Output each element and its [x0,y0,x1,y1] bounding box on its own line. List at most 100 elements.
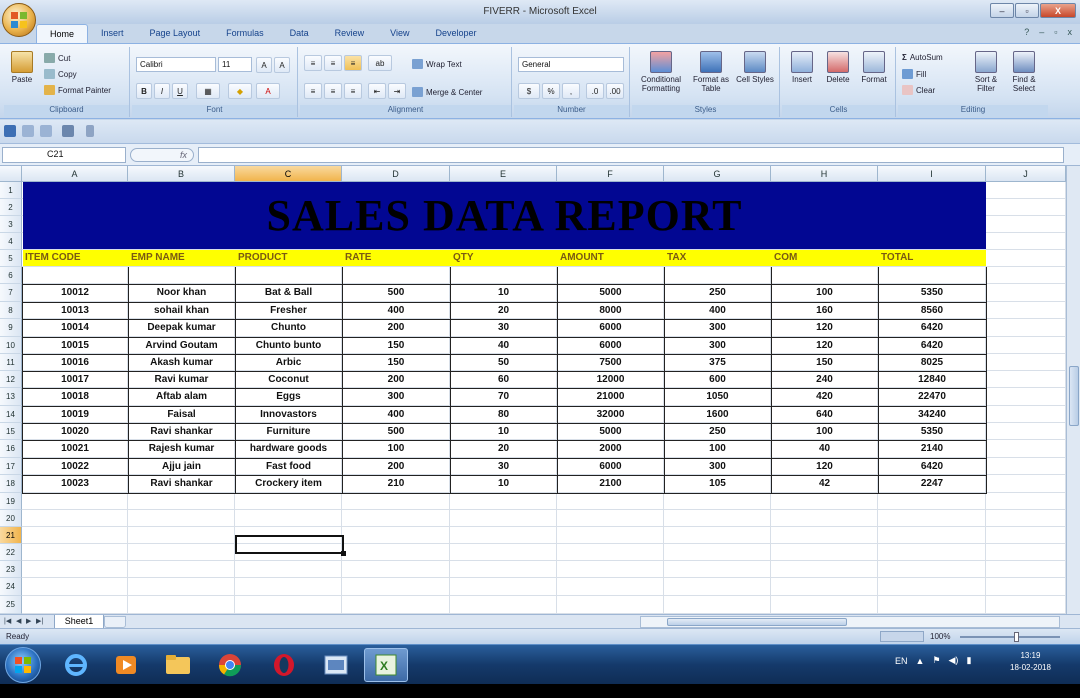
sort-filter-button[interactable]: Sort & Filter [968,51,1004,93]
insert-sheet-icon[interactable] [104,616,126,628]
tab-formulas[interactable]: Formulas [213,24,277,43]
table-cell[interactable]: 100 [342,440,450,458]
table-cell[interactable]: Deepak kumar [128,319,235,337]
row-header-7[interactable]: 7 [0,284,22,302]
row-header-19[interactable]: 19 [0,493,22,510]
row-header-3[interactable]: 3 [0,216,22,233]
internet-explorer-icon[interactable] [54,648,98,682]
file-explorer-icon[interactable] [156,648,200,682]
ribbon-close-icon[interactable]: x [1068,27,1073,37]
table-cell[interactable]: 6420 [878,458,986,475]
table-cell[interactable]: 400 [342,302,450,319]
table-cell[interactable]: 375 [664,354,771,371]
table-cell[interactable]: 60 [450,371,557,388]
wrap-text-button[interactable]: Wrap Text [412,59,462,69]
media-player-icon[interactable] [104,648,148,682]
autosum-button[interactable]: Σ AutoSum [902,53,943,62]
table-cell[interactable]: 150 [342,354,450,371]
tab-insert[interactable]: Insert [88,24,137,43]
column-header-j[interactable]: J [986,166,1066,182]
table-cell[interactable]: 10013 [22,302,128,319]
language-indicator[interactable]: EN [895,656,908,666]
table-cell[interactable]: 2000 [557,440,664,458]
help-icon[interactable]: ? [1024,27,1029,37]
borders-icon[interactable]: ▦ [196,83,220,99]
row-header-6[interactable]: 6 [0,267,22,284]
row-header-2[interactable]: 2 [0,199,22,216]
table-cell[interactable]: 120 [771,319,878,337]
network-flag-icon[interactable]: ⚑ [932,655,940,666]
start-button[interactable] [5,647,41,683]
font-size-select[interactable]: 11 [218,57,252,72]
tab-page-layout[interactable]: Page Layout [137,24,214,43]
table-cell[interactable]: 12840 [878,371,986,388]
next-sheet-icon[interactable]: ▶ [26,617,31,625]
table-cell[interactable]: 6000 [557,319,664,337]
table-cell[interactable]: 300 [664,319,771,337]
table-cell[interactable]: Faisal [128,406,235,423]
ribbon-minimize-icon[interactable]: – [1039,27,1044,37]
column-header-d[interactable]: D [342,166,450,182]
table-cell[interactable]: 10015 [22,337,128,354]
table-cell[interactable]: 10019 [22,406,128,423]
header-cell[interactable]: RATE [343,250,449,266]
format-as-table-button[interactable]: Format as Table [690,51,732,93]
cell-styles-button[interactable]: Cell Styles [734,51,776,84]
table-cell[interactable]: 200 [342,371,450,388]
tab-home[interactable]: Home [36,24,89,43]
table-cell[interactable]: 2247 [878,475,986,493]
table-cell[interactable]: 120 [771,458,878,475]
fill-button[interactable]: Fill [902,69,926,79]
row-header-11[interactable]: 11 [0,354,22,371]
table-cell[interactable]: 420 [771,388,878,406]
table-cell[interactable]: Akash kumar [128,354,235,371]
row-header-24[interactable]: 24 [0,578,22,596]
header-cell[interactable]: ITEM CODE [23,250,127,266]
table-cell[interactable]: 1050 [664,388,771,406]
align-bottom-icon[interactable]: ≡ [344,55,362,71]
row-header-18[interactable]: 18 [0,475,22,493]
format-painter-button[interactable]: Format Painter [44,85,111,95]
row-header-23[interactable]: 23 [0,561,22,578]
table-cell[interactable]: 10 [450,284,557,302]
table-cell[interactable]: 30 [450,458,557,475]
merge-center-button[interactable]: Merge & Center [412,87,482,97]
row-header-25[interactable]: 25 [0,596,22,614]
bold-button[interactable]: B [136,83,152,99]
row-header-10[interactable]: 10 [0,337,22,354]
table-cell[interactable]: 8560 [878,302,986,319]
horizontal-scroll-thumb[interactable] [667,618,847,626]
table-cell[interactable]: 12000 [557,371,664,388]
shrink-font-icon[interactable]: A [274,57,290,73]
table-cell[interactable]: 200 [342,319,450,337]
column-header-c[interactable]: C [235,166,342,182]
table-cell[interactable]: Innovastors [235,406,342,423]
increase-indent-icon[interactable]: ⇥ [388,83,406,99]
increase-decimal-icon[interactable]: .0 [586,83,604,99]
align-top-icon[interactable]: ≡ [304,55,322,71]
grow-font-icon[interactable]: A [256,57,272,73]
comma-icon[interactable]: , [562,83,580,99]
select-all-corner[interactable] [0,166,22,182]
table-cell[interactable]: 100 [771,423,878,440]
table-cell[interactable]: 10023 [22,475,128,493]
worksheet-grid[interactable]: A B C D E F G H I J 1 2 3 4 5 6 7 8 9 10 11 12 13 14 15 16 17 18 19 2… [0,166,1066,614]
table-cell[interactable]: 10017 [22,371,128,388]
tray-arrow-icon[interactable]: ▲ [916,656,925,666]
table-cell[interactable]: 10016 [22,354,128,371]
header-cell[interactable]: QTY [451,250,556,266]
row-header-9[interactable]: 9 [0,319,22,337]
table-cell[interactable]: Aftab alam [128,388,235,406]
vertical-scroll-thumb[interactable] [1069,366,1079,426]
table-cell[interactable]: Fast food [235,458,342,475]
row-header-20[interactable]: 20 [0,510,22,527]
format-cells-button[interactable]: Format [856,51,892,84]
tab-view[interactable]: View [377,24,422,43]
number-format-select[interactable]: General [518,57,624,72]
align-center-icon[interactable]: ≡ [324,83,342,99]
table-cell[interactable]: 210 [342,475,450,493]
row-header-13[interactable]: 13 [0,388,22,406]
table-cell[interactable]: 10021 [22,440,128,458]
table-cell[interactable]: 22470 [878,388,986,406]
table-cell[interactable]: 2140 [878,440,986,458]
